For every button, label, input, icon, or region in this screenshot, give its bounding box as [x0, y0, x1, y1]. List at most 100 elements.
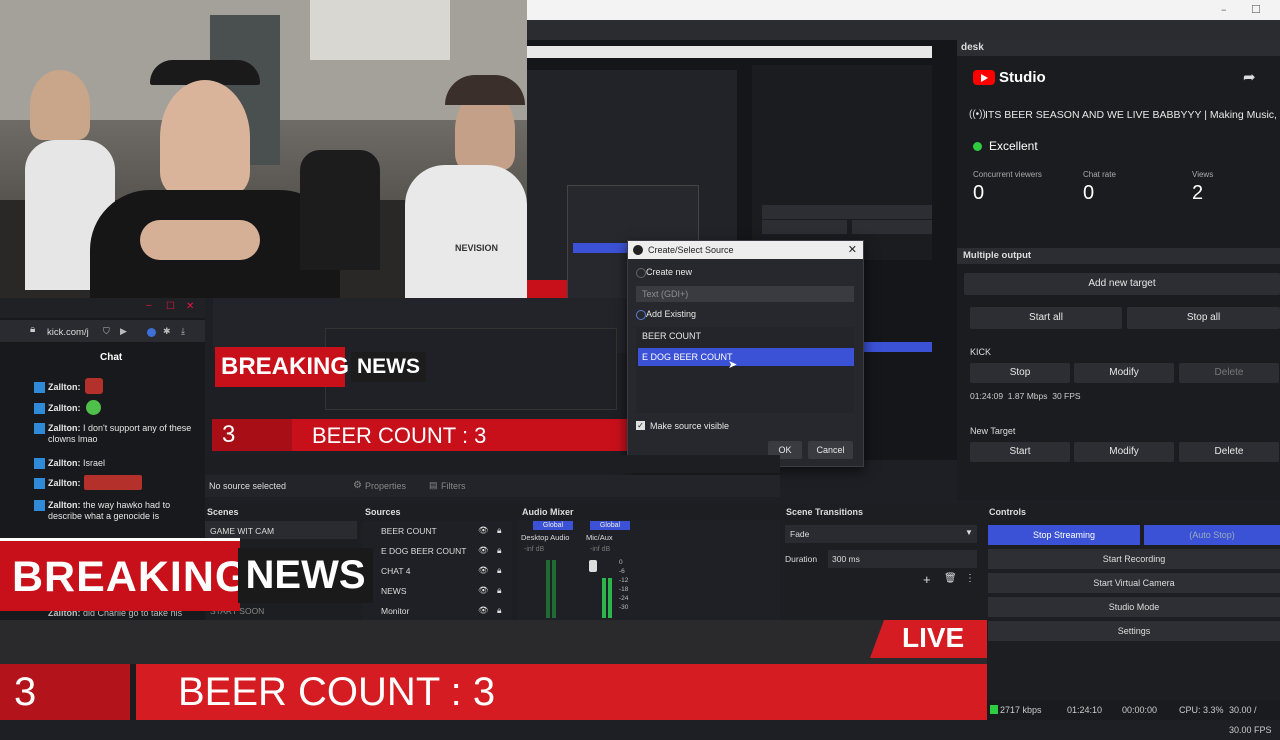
chat-text: Israel: [83, 458, 106, 468]
kick-stats: 01:24:09 1.87 Mbps 30 FPS: [970, 391, 1081, 401]
source-item[interactable]: CHAT 4: [381, 566, 410, 576]
chat-minimize-icon[interactable]: –: [146, 300, 152, 311]
eye-icon[interactable]: 👁︎: [478, 545, 489, 556]
start-recording-button[interactable]: Start Recording: [988, 549, 1280, 569]
lock-icon[interactable]: 🔒︎: [497, 565, 502, 576]
make-visible-checkbox[interactable]: ✓: [636, 421, 645, 430]
scenes-heading: Scenes: [207, 507, 239, 517]
target-kick-name: KICK: [970, 347, 992, 357]
properties-button[interactable]: Properties: [365, 481, 406, 491]
source-item[interactable]: BEER COUNT: [381, 526, 437, 536]
no-source-label: No source selected: [209, 481, 287, 491]
lock-icon[interactable]: 🔒︎: [497, 605, 502, 616]
add-existing-radio-icon[interactable]: [636, 310, 646, 320]
source-item[interactable]: Monitor: [381, 606, 409, 616]
lock-icon: 🔒︎: [30, 324, 36, 335]
eye-icon[interactable]: 👁︎: [478, 565, 489, 576]
stream-title: ITS BEER SEASON AND WE LIVE BABBYYY | Ma…: [985, 109, 1280, 121]
existing-source-item-selected[interactable]: E DOG BEER COUNT: [638, 348, 854, 366]
minimize-icon[interactable]: –: [1221, 3, 1227, 16]
chat-close-icon[interactable]: ✕: [186, 301, 194, 312]
audio-channel-name: Mic/Aux: [586, 533, 613, 542]
broadcast-icon: ((•)): [969, 109, 986, 120]
live-badge: LIVE: [870, 620, 987, 658]
kick-delete-button[interactable]: Delete: [1179, 363, 1279, 383]
trash-icon[interactable]: 🗑︎: [944, 573, 957, 584]
lock-icon[interactable]: 🔒︎: [497, 585, 502, 596]
sources-heading: Sources: [365, 507, 401, 517]
emote-icon: [86, 400, 101, 415]
start-all-button[interactable]: Start all: [970, 307, 1122, 329]
scene-item[interactable]: GAME WIT CAM: [210, 526, 274, 536]
news-label: NEWS: [238, 548, 373, 603]
chat-url[interactable]: kick.com/j: [47, 327, 89, 338]
start-virtual-camera-button[interactable]: Start Virtual Camera: [988, 573, 1280, 593]
stop-all-button[interactable]: Stop all: [1127, 307, 1280, 329]
shield-icon[interactable]: ⛉: [103, 326, 110, 337]
properties-gear-icon[interactable]: ⚙: [353, 480, 362, 491]
new-source-name-input[interactable]: Text (GDI+): [636, 286, 854, 302]
auto-stop-button[interactable]: (Auto Stop): [1144, 525, 1280, 545]
lock-icon[interactable]: 🔒︎: [497, 525, 502, 536]
audio-global-badge: Global: [533, 521, 573, 530]
beer-count-label: BEER COUNT : 3: [178, 670, 496, 714]
filters-icon[interactable]: ▤: [429, 480, 438, 491]
volume-slider-handle[interactable]: [589, 560, 597, 572]
create-new-radio-icon[interactable]: [636, 268, 646, 278]
new-target-start-button[interactable]: Start: [970, 442, 1070, 462]
studio-mode-button[interactable]: Studio Mode: [988, 597, 1280, 617]
new-target-modify-button[interactable]: Modify: [1074, 442, 1174, 462]
transitions-heading: Scene Transitions: [786, 507, 864, 517]
multiple-output-heading: Multiple output: [963, 250, 1032, 261]
meter-tick: -6: [619, 568, 625, 575]
existing-source-item[interactable]: BEER COUNT: [642, 331, 701, 341]
download-icon[interactable]: ⤓: [181, 326, 185, 337]
chat-message: Zallton:: [34, 403, 198, 414]
kick-stop-button[interactable]: Stop: [970, 363, 1070, 383]
stat-views-label: Views: [1192, 170, 1214, 179]
source-item[interactable]: E DOG BEER COUNT: [381, 546, 466, 556]
obs-logo-icon: [633, 245, 643, 255]
close-icon[interactable]: ✕: [848, 241, 857, 259]
play-icon[interactable]: ▶: [120, 326, 127, 337]
count-number: 3: [14, 670, 37, 714]
more-options-icon[interactable]: ⋮: [965, 573, 975, 584]
status-dot-icon: [973, 142, 982, 151]
chat-username: Zallton:: [48, 403, 81, 413]
lock-icon[interactable]: 🔒︎: [497, 545, 502, 556]
eye-icon[interactable]: 👁︎: [478, 605, 489, 616]
duration-value: 300 ms: [832, 554, 860, 564]
settings-button[interactable]: Settings: [988, 621, 1280, 641]
add-transition-icon[interactable]: +: [923, 572, 931, 587]
eye-icon[interactable]: 👁︎: [478, 585, 489, 596]
share-icon[interactable]: ➦: [1243, 68, 1256, 86]
eye-icon[interactable]: 👁︎: [478, 525, 489, 536]
create-new-label: Create new: [646, 267, 693, 277]
breaking-news-banner: BREAKING NEWS: [0, 538, 385, 613]
signal-icon: [990, 705, 998, 714]
filters-button[interactable]: Filters: [441, 481, 466, 491]
beer-count-small-bar: 3 BEER COUNT : 3: [212, 419, 627, 451]
meter-tick: 0: [619, 559, 623, 566]
new-target-delete-button[interactable]: Delete: [1179, 442, 1279, 462]
maximize-icon[interactable]: ☐: [1251, 3, 1261, 16]
webcam-feed: NEVISION: [0, 0, 527, 298]
chat-username: Zallton:: [48, 458, 81, 468]
stat-chatrate-label: Chat rate: [1083, 170, 1116, 179]
emote-icon: [85, 378, 103, 394]
duration-input[interactable]: 300 ms: [828, 550, 977, 568]
youtube-logo-icon: [973, 70, 995, 85]
chat-maximize-icon[interactable]: ☐: [166, 301, 175, 312]
add-target-button[interactable]: Add new target: [964, 273, 1280, 295]
stop-streaming-button[interactable]: Stop Streaming: [988, 525, 1140, 545]
cancel-button[interactable]: Cancel: [808, 441, 853, 459]
extension-icon[interactable]: [147, 328, 156, 337]
stat-views-value: 2: [1192, 182, 1204, 204]
puzzle-icon[interactable]: ✱: [163, 326, 171, 337]
mouse-cursor-icon: ➤: [728, 359, 738, 371]
transition-select[interactable]: Fade ▼: [785, 525, 977, 543]
kick-modify-button[interactable]: Modify: [1074, 363, 1174, 383]
audio-global-badge: Global: [590, 521, 630, 530]
cpu-usage: CPU: 3.3%: [1179, 705, 1224, 715]
existing-sources-list[interactable]: BEER COUNT E DOG BEER COUNT ➤: [636, 327, 854, 413]
